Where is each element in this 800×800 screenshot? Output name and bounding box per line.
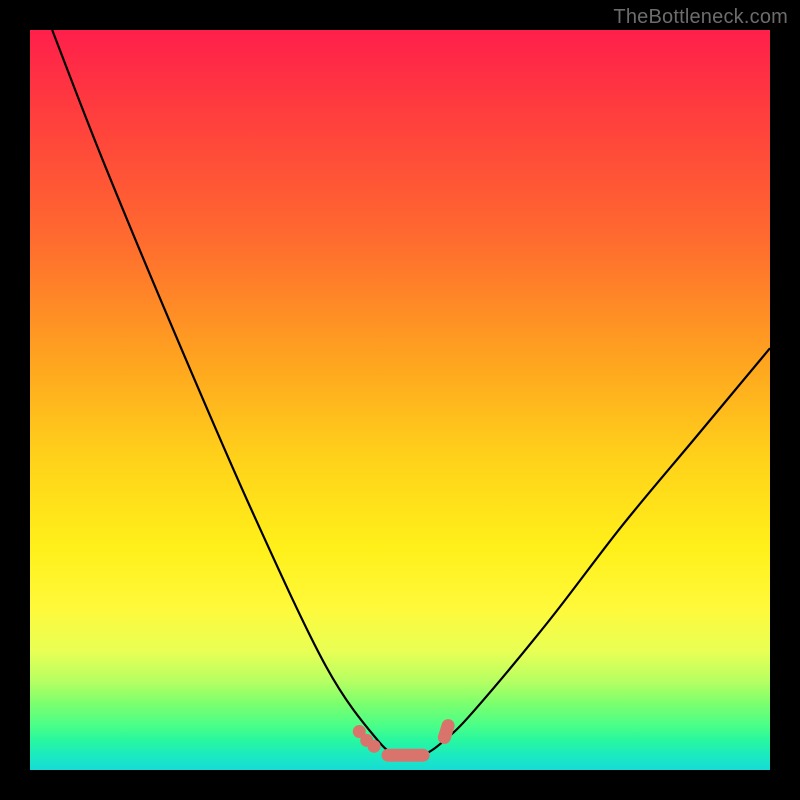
bottleneck-curve [52,30,770,757]
optimal-bar [382,749,430,762]
optimal-bar-right [444,726,448,738]
watermark-text: TheBottleneck.com [613,6,788,29]
curve-layer [30,30,770,770]
optimal-dot [368,740,381,753]
plot-area [30,30,770,770]
chart-stage: TheBottleneck.com [0,0,800,800]
optimal-markers [353,725,448,762]
